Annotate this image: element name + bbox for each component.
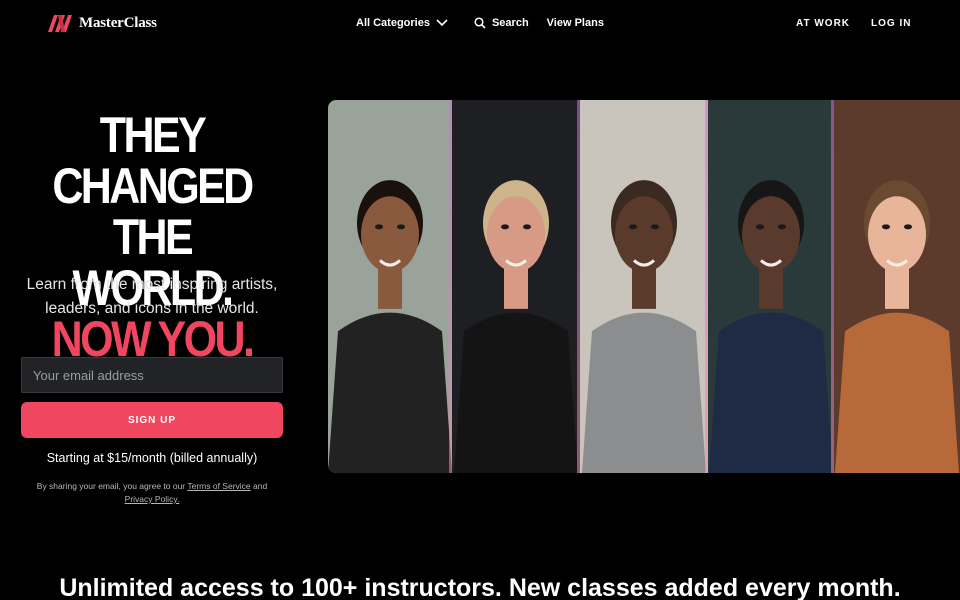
email-field[interactable] bbox=[21, 357, 283, 393]
chevron-down-icon bbox=[436, 19, 448, 27]
instructor-strip-2 bbox=[452, 100, 580, 473]
all-categories-label: All Categories bbox=[356, 17, 430, 29]
portrait-face bbox=[615, 196, 673, 273]
instructor-portrait bbox=[708, 100, 834, 473]
instructor-strip-1 bbox=[328, 100, 452, 473]
log-in-link[interactable]: LOG IN bbox=[871, 18, 911, 29]
legal-prefix: By sharing your email, you agree to our bbox=[36, 481, 186, 491]
instructor-strip-3 bbox=[580, 100, 708, 473]
sign-up-button[interactable]: SIGN UP bbox=[21, 402, 283, 438]
instructor-strip-5 bbox=[834, 100, 960, 473]
portrait-face bbox=[742, 196, 800, 273]
portrait-eye bbox=[778, 224, 786, 230]
portrait-face bbox=[868, 196, 926, 273]
pricing-text: Starting at $15/month (billed annually) bbox=[46, 451, 258, 465]
instructor-portrait bbox=[328, 100, 452, 473]
portrait-eye bbox=[629, 224, 637, 230]
hero-headline: THEY CHANGED THE WORLD. NOW YOU. bbox=[38, 110, 265, 365]
portrait-eye bbox=[397, 224, 405, 230]
at-work-link[interactable]: AT WORK bbox=[796, 18, 850, 29]
terms-of-service-link[interactable]: Terms of Service bbox=[187, 481, 250, 491]
all-categories-dropdown[interactable]: All Categories bbox=[356, 17, 448, 29]
top-nav: MasterClass All Categories Search View P… bbox=[0, 0, 960, 48]
instructor-collage[interactable] bbox=[328, 100, 960, 473]
section-headline: Unlimited access to 100+ instructors. Ne… bbox=[59, 574, 901, 600]
portrait-eye bbox=[882, 224, 890, 230]
search-icon bbox=[474, 17, 486, 29]
masterclass-logo[interactable]: MasterClass bbox=[48, 15, 157, 32]
portrait-eye bbox=[904, 224, 912, 230]
portrait-eye bbox=[523, 224, 531, 230]
search-button[interactable]: Search bbox=[474, 17, 529, 29]
portrait-torso bbox=[328, 312, 452, 473]
portrait-eye bbox=[501, 224, 509, 230]
headline-line-1: THEY CHANGED bbox=[52, 107, 254, 214]
portrait-face bbox=[487, 196, 545, 273]
logo-wordmark: MasterClass bbox=[79, 15, 157, 31]
search-label: Search bbox=[491, 17, 529, 29]
masterclass-m-icon bbox=[48, 15, 72, 32]
portrait-torso bbox=[835, 312, 959, 473]
instructor-portrait bbox=[834, 100, 960, 473]
instructor-portrait bbox=[580, 100, 708, 473]
privacy-policy-link[interactable]: Privacy Policy. bbox=[125, 494, 180, 504]
instructor-strip-4 bbox=[708, 100, 834, 473]
portrait-eye bbox=[651, 224, 659, 230]
hero-subtitle: Learn from the most inspiring artists, l… bbox=[26, 276, 278, 317]
portrait-eye bbox=[756, 224, 764, 230]
nav-center: All Categories Search View Plans bbox=[356, 17, 604, 29]
portrait-torso bbox=[709, 312, 833, 473]
legal-and: and bbox=[253, 481, 268, 491]
portrait-torso bbox=[454, 312, 578, 473]
portrait-eye bbox=[375, 224, 383, 230]
view-plans-link[interactable]: View Plans bbox=[547, 17, 604, 29]
portrait-face bbox=[361, 196, 419, 273]
instructor-portrait bbox=[452, 100, 580, 473]
legal-notice: By sharing your email, you agree to our … bbox=[20, 480, 284, 506]
portrait-torso bbox=[582, 312, 706, 473]
